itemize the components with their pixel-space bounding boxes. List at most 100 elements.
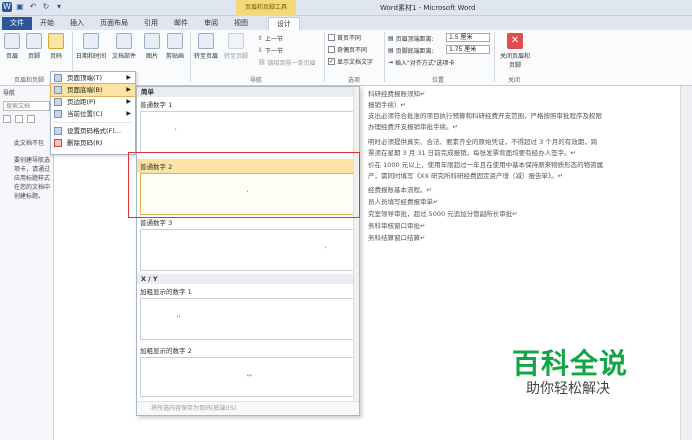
nav-pages-tab[interactable] xyxy=(15,115,23,123)
page-margin-icon xyxy=(54,98,62,106)
checkbox-icon xyxy=(328,34,335,41)
doc-parts-button[interactable]: 文档部件 xyxy=(112,33,136,60)
tab-review[interactable]: 审阅 xyxy=(196,17,226,30)
footer-position-icon: ▤ xyxy=(388,47,394,54)
watermark: 百科全说 助你轻松解决 xyxy=(512,348,642,398)
tab-insert[interactable]: 插入 xyxy=(62,17,92,30)
doc-line: 员人员填写经费报审单↵ xyxy=(368,198,439,206)
nav-results-tab[interactable] xyxy=(27,115,35,123)
group-label-options: 选项 xyxy=(348,77,361,84)
ribbon-tabs: 文件 开始 插入 页面布局 引用 邮件 审阅 视图 设计 xyxy=(0,16,692,30)
menu-item-format-page-numbers[interactable]: 设置页码格式(F)... xyxy=(51,125,135,137)
tab-mailings[interactable]: 邮件 xyxy=(166,17,196,30)
diff-odd-even-checkbox[interactable]: 奇偶页不同 xyxy=(328,45,367,54)
align-tab-icon: ⇥ xyxy=(388,59,394,66)
next-section-button[interactable]: ⇩ 下一节 xyxy=(258,46,283,55)
close-hf-button[interactable]: ✕ 关闭页眉和页脚 xyxy=(498,33,532,69)
nav-headings-tab[interactable] xyxy=(3,115,11,123)
menu-item-current-position[interactable]: 当前位置(C) ▶ xyxy=(51,108,135,120)
tab-home[interactable]: 开始 xyxy=(32,17,62,30)
checkmark-icon: ✓ xyxy=(328,58,335,65)
save-icon[interactable]: ▣ xyxy=(15,2,25,12)
gallery-item-bold-2[interactable]: 加粗显示的数字 2 ''' xyxy=(137,343,359,397)
page-number-menu: 页面顶端(T) ▶ 页面底端(B) ▶ 页边距(P) ▶ 当前位置(C) ▶ 设置页码格… xyxy=(50,71,136,155)
divider xyxy=(494,32,495,82)
doc-line: 经费报账基本流程。↵ xyxy=(368,186,432,194)
doc-line: 票须在星期 3 月 31 日前完成报销，每张发票背面均要有经办人签字。↵ xyxy=(368,149,577,157)
menu-item-page-margins[interactable]: 页边距(P) ▶ xyxy=(51,96,135,108)
show-doc-text-checkbox[interactable]: ✓ 显示文档文字 xyxy=(328,57,373,66)
group-label-close: 关闭 xyxy=(508,77,521,84)
watermark-subtitle: 助你轻松解决 xyxy=(526,381,610,397)
page-number-gallery: 简单 普通数字 1 ' 普通数字 2 ' 普通数字 3 ' X / Y 加粗显示… xyxy=(136,86,360,416)
redo-icon[interactable]: ↻ xyxy=(41,2,51,12)
page-number-mark: '' xyxy=(177,315,181,322)
clipart-button[interactable]: 剪贴画 xyxy=(166,33,184,60)
picture-icon xyxy=(144,33,160,49)
footer-bottom-spinner[interactable]: 1.75 厘米 xyxy=(446,45,490,54)
link-previous-button[interactable]: ⛓ 链接到前一条页眉 xyxy=(258,58,316,67)
nav-search-input[interactable]: 搜索文档 xyxy=(3,101,50,111)
goto-header-button[interactable]: 转至页眉 xyxy=(194,33,218,60)
link-icon: ⛓ xyxy=(258,59,266,66)
calendar-icon xyxy=(83,33,99,49)
menu-item-top-of-page[interactable]: 页面顶端(T) ▶ xyxy=(51,72,135,84)
submenu-arrow-icon: ▶ xyxy=(126,74,131,81)
tab-references[interactable]: 引用 xyxy=(136,17,166,30)
goto-header-icon xyxy=(198,33,214,49)
divider xyxy=(324,32,325,82)
tab-file[interactable]: 文件 xyxy=(2,17,32,30)
tab-design[interactable]: 设计 xyxy=(268,17,300,30)
gallery-section-simple: 简单 xyxy=(137,87,359,97)
doc-line: 价在 1000 元以上，使用年限超过一年且在使用中基本保持原来物质形态的物资属 xyxy=(368,161,604,169)
qat-dropdown-icon[interactable]: ▾ xyxy=(54,2,64,12)
nav-view-tabs xyxy=(0,113,53,125)
doc-line: 务科审核窗口审批↵ xyxy=(368,222,426,230)
footer-icon xyxy=(26,33,42,49)
highlight-annotation-box xyxy=(128,152,360,218)
date-time-button[interactable]: 日期和时间 xyxy=(76,33,106,60)
menu-item-bottom-of-page[interactable]: 页面底端(B) ▶ xyxy=(50,83,136,97)
page-number-button[interactable]: 页码 xyxy=(48,33,64,60)
window-title: Word素材1 - Microsoft Word xyxy=(380,4,476,12)
divider xyxy=(384,32,385,82)
page-number-mark: ''' xyxy=(247,374,252,381)
document-scrollbar[interactable] xyxy=(680,86,692,440)
group-label-hf: 页眉和页脚 xyxy=(14,77,45,84)
doc-line: 产，需同时填写《XX 研究所科研经费固定资产增（减）报告单》。↵ xyxy=(368,172,564,180)
goto-footer-button[interactable]: 转至页脚 xyxy=(224,33,248,60)
footer-button[interactable]: 页脚 xyxy=(26,33,42,60)
submenu-arrow-icon: ▶ xyxy=(126,86,131,93)
footer-bottom-label: ▤ 页脚底端距离: xyxy=(388,47,434,55)
gallery-item-plain-1[interactable]: 普通数字 1 ' xyxy=(137,97,359,153)
prev-section-button[interactable]: ⇧ 上一节 xyxy=(258,34,283,43)
header-top-spinner[interactable]: 1.5 厘米 xyxy=(446,33,490,42)
checkbox-icon xyxy=(328,46,335,53)
gallery-item-bold-1[interactable]: 加粗显示的数字 1 '' xyxy=(137,284,359,340)
quick-access-toolbar: W ▣ ↶ ↻ ▾ xyxy=(2,2,64,12)
header-top-label: ▤ 页眉顶端距离: xyxy=(388,35,434,43)
word-logo-icon: W xyxy=(2,2,12,12)
watermark-title: 百科全说 xyxy=(512,347,629,380)
preview-box: ''' xyxy=(140,357,356,397)
diff-first-checkbox[interactable]: 首页不同 xyxy=(328,33,361,42)
gallery-item-plain-3[interactable]: 普通数字 3 ' xyxy=(137,215,359,271)
preview-box: ' xyxy=(140,229,356,271)
doc-line: 明时必须提供真实、合法、要素齐全的原始凭证，不得超过 3 个月的有效期，跨 xyxy=(368,138,598,146)
menu-divider xyxy=(53,122,133,123)
tab-layout[interactable]: 页面布局 xyxy=(92,17,136,30)
title-bar: W ▣ ↶ ↻ ▾ 页眉和页脚工具 Word素材1 - Microsoft Wo… xyxy=(0,0,692,16)
nav-title: 导航 xyxy=(3,90,16,97)
gallery-scrollbar[interactable] xyxy=(353,87,359,402)
tab-view[interactable]: 视图 xyxy=(226,17,256,30)
menu-item-remove-page-numbers[interactable]: 删除页码(R) xyxy=(51,137,135,149)
header-icon xyxy=(4,33,20,49)
prev-icon: ⇧ xyxy=(258,35,264,42)
page-top-icon xyxy=(54,74,62,82)
header-button[interactable]: 页眉 xyxy=(4,33,20,60)
undo-icon[interactable]: ↶ xyxy=(28,2,38,12)
picture-button[interactable]: 图片 xyxy=(144,33,160,60)
context-tab-label: 页眉和页脚工具 xyxy=(236,0,296,16)
insert-align-tab-button[interactable]: ⇥ 插入"对齐方式"选项卡 xyxy=(388,58,455,67)
doc-line: 科研经费报账须知↵ xyxy=(368,90,426,98)
